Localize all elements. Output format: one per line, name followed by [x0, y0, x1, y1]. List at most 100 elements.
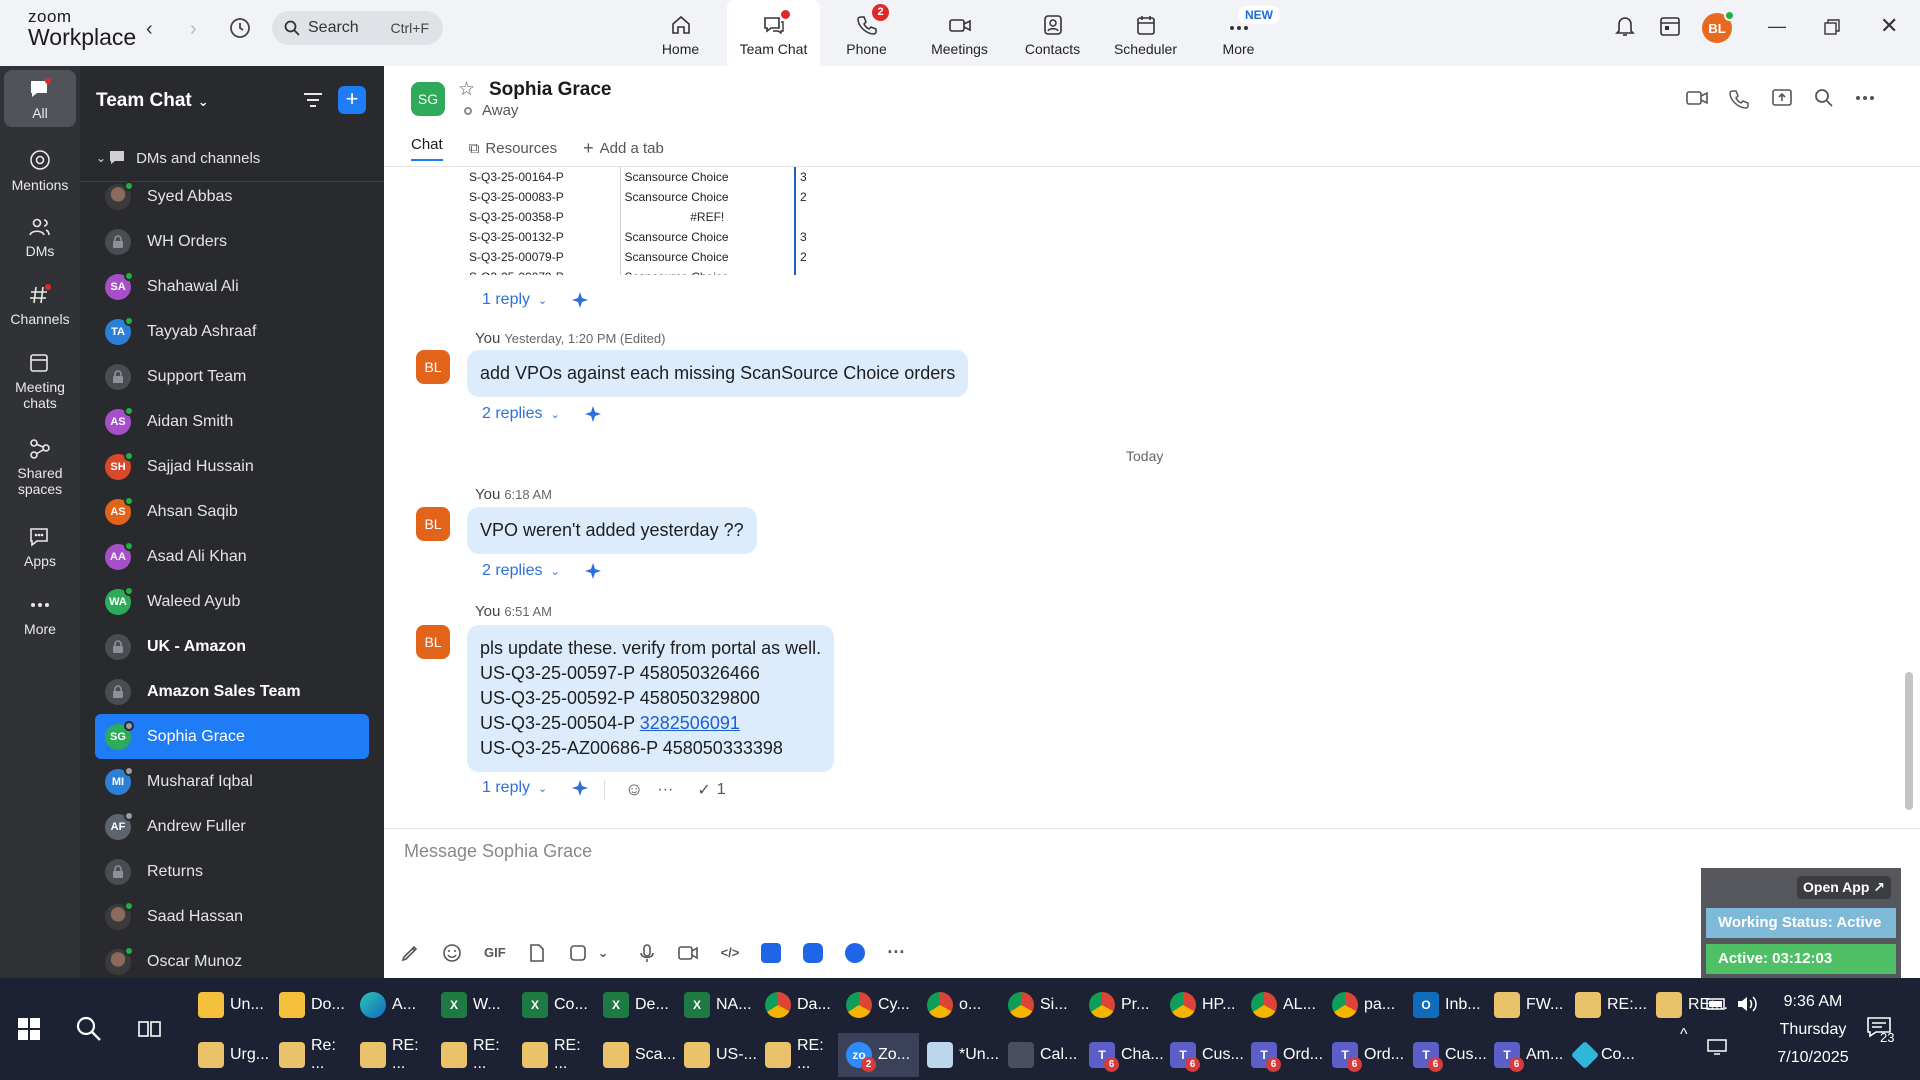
- bell-icon[interactable]: [1614, 14, 1636, 38]
- taskbar-app-button[interactable]: RE: ...: [757, 1033, 838, 1077]
- taskbar-app-button[interactable]: HP...: [1162, 983, 1243, 1027]
- sidebar-item[interactable]: Syed Abbas: [95, 174, 369, 219]
- sidebar-item[interactable]: MI Musharaf Iqbal: [95, 759, 369, 804]
- tab-home[interactable]: Home: [634, 0, 727, 66]
- share-screen-icon[interactable]: [1771, 88, 1793, 108]
- taskbar-app-button[interactable]: Re: ...: [271, 1033, 352, 1077]
- taskbar-app-button[interactable]: Do...: [271, 983, 352, 1027]
- video-call-icon[interactable]: [1685, 88, 1709, 108]
- rail-mentions[interactable]: Mentions: [4, 148, 76, 193]
- taskbar-app-button[interactable]: X W...: [433, 983, 514, 1027]
- battery-icon[interactable]: [1706, 996, 1728, 1012]
- sidebar-item[interactable]: WH Orders: [95, 219, 369, 264]
- add-tab-button[interactable]: + Add a tab: [583, 136, 664, 161]
- app-shortcut-icon[interactable]: [761, 942, 782, 963]
- search-icon[interactable]: [74, 1014, 102, 1042]
- sidebar-item[interactable]: Oscar Munoz: [95, 939, 369, 978]
- taskbar-app-button[interactable]: zo 2 Zo...: [838, 1033, 919, 1077]
- sidebar-title[interactable]: Team Chat ⌄: [96, 90, 209, 112]
- taskbar-app-button[interactable]: RE: ...: [352, 1033, 433, 1077]
- taskbar-app-button[interactable]: Si...: [1000, 983, 1081, 1027]
- calendar-icon[interactable]: [1659, 14, 1681, 38]
- tab-chat[interactable]: Chat: [411, 136, 443, 161]
- taskbar-app-button[interactable]: Da...: [757, 983, 838, 1027]
- taskbar-app-button[interactable]: Urg...: [190, 1033, 271, 1077]
- taskbar-app-button[interactable]: FW...: [1486, 983, 1567, 1027]
- rail-channels[interactable]: Channels: [4, 284, 76, 327]
- taskbar-app-button[interactable]: Un...: [190, 983, 271, 1027]
- contact-name[interactable]: Sophia Grace: [489, 79, 612, 101]
- more-options-icon[interactable]: ···: [887, 942, 905, 963]
- active-timer[interactable]: Active: 03:12:03: [1706, 944, 1896, 974]
- sender-avatar[interactable]: BL: [416, 350, 450, 384]
- code-snippet-icon[interactable]: </>: [721, 945, 740, 960]
- replies-toggle[interactable]: 1 reply ⌄: [482, 291, 589, 309]
- user-avatar[interactable]: BL: [1702, 10, 1735, 43]
- sidebar-item[interactable]: SA Shahawal Ali: [95, 264, 369, 309]
- new-chat-button[interactable]: +: [338, 86, 366, 114]
- volume-icon[interactable]: [1736, 994, 1758, 1014]
- taskbar-app-button[interactable]: Pr...: [1081, 983, 1162, 1027]
- search-box[interactable]: Search Ctrl+F: [272, 11, 443, 45]
- taskbar-app-button[interactable]: T 6 Cus...: [1162, 1033, 1244, 1077]
- app-shortcut-icon[interactable]: [803, 942, 824, 963]
- forward-arrow-icon[interactable]: ›: [190, 18, 197, 41]
- tab-scheduler[interactable]: Scheduler: [1099, 0, 1192, 66]
- chevron-down-icon[interactable]: ⌄: [598, 945, 609, 961]
- windows-start-icon[interactable]: [18, 1018, 40, 1040]
- sidebar-item[interactable]: AS Ahsan Saqib: [95, 489, 369, 534]
- filter-icon[interactable]: [302, 90, 324, 110]
- phone-number-link[interactable]: 3282506091: [640, 713, 740, 733]
- taskbar-app-button[interactable]: T 6 Cus...: [1405, 1033, 1487, 1077]
- search-icon[interactable]: [1814, 88, 1834, 108]
- sender-avatar[interactable]: BL: [416, 507, 450, 541]
- network-icon[interactable]: [1706, 1038, 1728, 1056]
- taskbar-app-button[interactable]: RE:...: [1567, 983, 1648, 1027]
- more-options-icon[interactable]: ···: [657, 781, 673, 799]
- show-hidden-icons[interactable]: ^: [1680, 1026, 1688, 1044]
- taskbar-app-button[interactable]: O Inb...: [1405, 983, 1486, 1027]
- star-icon[interactable]: ☆: [458, 78, 475, 101]
- back-arrow-icon[interactable]: ‹: [146, 18, 153, 41]
- gif-button[interactable]: GIF: [484, 945, 506, 960]
- taskbar-app-button[interactable]: US-...: [676, 1033, 757, 1077]
- ai-sparkle-icon[interactable]: [571, 291, 589, 309]
- rail-dms[interactable]: DMs: [4, 216, 76, 259]
- taskbar-app-button[interactable]: Co...: [1567, 1033, 1648, 1077]
- sidebar-item[interactable]: Amazon Sales Team: [95, 669, 369, 714]
- app-shortcut-icon[interactable]: [845, 942, 866, 963]
- message-bubble[interactable]: add VPOs against each missing ScanSource…: [467, 350, 969, 397]
- system-clock[interactable]: 9:36 AM Thursday 7/10/2025: [1768, 988, 1858, 1072]
- rail-all[interactable]: All: [4, 70, 76, 127]
- tab-more[interactable]: NEW More: [1192, 0, 1285, 66]
- taskbar-app-button[interactable]: A...: [352, 983, 433, 1027]
- add-reaction-icon[interactable]: ☺: [625, 779, 643, 800]
- sidebar-item[interactable]: Support Team: [95, 354, 369, 399]
- microphone-icon[interactable]: [639, 943, 655, 963]
- taskbar-app-button[interactable]: X NA...: [676, 983, 757, 1027]
- ai-sparkle-icon[interactable]: [584, 562, 602, 580]
- replies-toggle[interactable]: 2 replies ⌄: [482, 562, 602, 580]
- restore-icon[interactable]: [1824, 19, 1840, 35]
- emoji-icon[interactable]: [442, 943, 462, 963]
- format-text-icon[interactable]: [400, 943, 420, 963]
- task-view-icon[interactable]: [138, 1018, 162, 1040]
- sender-avatar[interactable]: BL: [416, 625, 450, 659]
- taskbar-app-button[interactable]: Cy...: [838, 983, 919, 1027]
- sidebar-item[interactable]: UK - Amazon: [95, 624, 369, 669]
- taskbar-app-button[interactable]: o...: [919, 983, 1000, 1027]
- checkmark-icon[interactable]: ✓: [697, 780, 710, 800]
- history-icon[interactable]: [228, 16, 252, 40]
- open-app-button[interactable]: Open App ↗: [1797, 876, 1891, 899]
- attach-file-icon[interactable]: [528, 943, 546, 963]
- rail-shared-spaces[interactable]: Shared spaces: [4, 438, 76, 497]
- working-status-label[interactable]: Working Status: Active: [1706, 908, 1896, 938]
- rail-meeting-chats[interactable]: Meeting chats: [4, 352, 76, 411]
- taskbar-app-button[interactable]: X De...: [595, 983, 676, 1027]
- sidebar-item[interactable]: TA Tayyab Ashraaf: [95, 309, 369, 354]
- taskbar-app-button[interactable]: T 6 Am...: [1486, 1033, 1567, 1077]
- tab-phone[interactable]: 2 Phone: [820, 0, 913, 66]
- tab-resources[interactable]: ⧉ Resources: [469, 136, 557, 161]
- taskbar-app-button[interactable]: *Un...: [919, 1033, 1000, 1077]
- message-input[interactable]: Message Sophia Grace: [404, 841, 592, 862]
